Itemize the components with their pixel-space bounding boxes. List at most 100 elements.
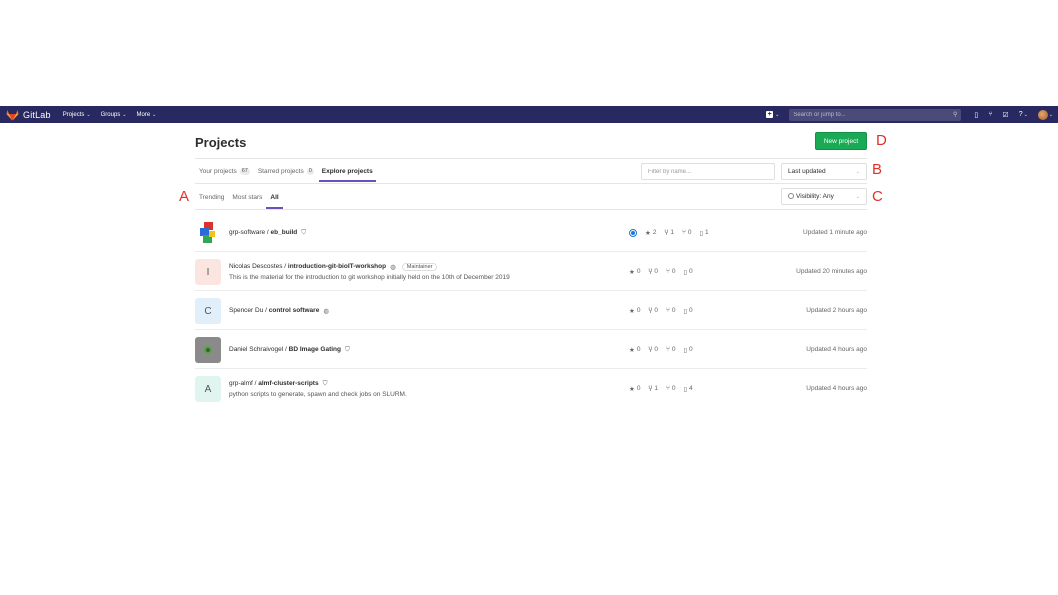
user-menu[interactable]: ⌄ (1037, 109, 1053, 120)
stars-value: 0 (636, 385, 641, 392)
forks-count[interactable]: Ⴤ0 (648, 307, 657, 315)
project-row[interactable]: C Spencer Du / control software ◍ ★ 0 Ⴤ0 ⑂… (195, 291, 867, 330)
project-description: This is the material for the introductio… (229, 273, 510, 281)
project-avatar[interactable] (195, 337, 221, 363)
mr-count[interactable]: ⑂ 0 (666, 268, 676, 275)
help-icon[interactable]: ? ⌄ (1019, 111, 1028, 118)
project-avatar[interactable]: I (195, 259, 221, 285)
mr-count[interactable]: ⑂ 0 (666, 385, 676, 392)
tab-starred-projects[interactable]: Starred projects 0 (258, 160, 314, 182)
project-image-icon (204, 346, 212, 354)
issues-icon: ▯ (683, 346, 688, 354)
avatar (1037, 109, 1048, 120)
stars-count[interactable]: ★ 0 (629, 346, 640, 354)
app-name: GitLab (23, 109, 51, 120)
stars-count[interactable]: ★ 0 (629, 268, 640, 276)
globe-icon: ◍ (390, 263, 396, 271)
search-box[interactable]: ⚲ (789, 108, 962, 121)
project-avatar[interactable] (195, 220, 221, 246)
project-row[interactable]: grp-software / eb_build ⛉ ★ 2 Ⴤ1 ⑂ 0 ▯ 1 Upd… (195, 213, 867, 252)
lock-icon: ⛉ (301, 228, 307, 236)
issues-icon: ▯ (699, 229, 704, 237)
fork-icon: Ⴤ (648, 307, 653, 315)
stars-value: 0 (636, 346, 641, 353)
stars-count[interactable]: ★ 0 (629, 307, 640, 315)
mr-count[interactable]: ⑂ 0 (682, 229, 692, 236)
forks-count[interactable]: Ⴤ1 (664, 229, 673, 237)
marker-b: B (872, 161, 883, 178)
divider (195, 209, 867, 210)
gitlab-logo[interactable]: GitLab (6, 109, 51, 121)
tab-most-stars[interactable]: Most stars (232, 186, 262, 209)
tab-trending[interactable]: Trending (199, 186, 224, 209)
project-row[interactable]: Daniel Schraivogel / BD Image Gating ⛉ ★ 0… (195, 330, 867, 369)
project-title: BD Image Gating (288, 346, 341, 353)
search-input[interactable] (793, 111, 944, 118)
filter-input[interactable] (641, 163, 775, 180)
project-name[interactable]: grp-software / eb_build ⛉ (229, 229, 306, 237)
issues-icon: ▯ (683, 307, 688, 315)
forks-count[interactable]: Ⴤ0 (648, 346, 657, 354)
issues-count[interactable]: ▯ 4 (683, 385, 692, 393)
visibility-label: Visibility: Any (796, 193, 834, 200)
project-name[interactable]: grp-almf / almf-cluster-scripts ⛉ (229, 380, 407, 388)
issues-icon[interactable]: ▯ (974, 111, 978, 119)
forks-count[interactable]: Ⴤ1 (648, 385, 657, 393)
project-name[interactable]: Spencer Du / control software ◍ (229, 307, 329, 315)
fork-icon: Ⴤ (648, 346, 653, 354)
merge-request-icon: ⑂ (681, 229, 686, 236)
issues-count[interactable]: ▯ 1 (699, 229, 708, 237)
project-row[interactable]: A grp-almf / almf-cluster-scripts ⛉ pytho… (195, 369, 867, 408)
project-avatar[interactable]: C (195, 298, 221, 324)
stars-count[interactable]: ★ 0 (629, 385, 640, 393)
fork-icon: Ⴤ (664, 229, 669, 237)
chevron-down-icon: ⌄ (855, 168, 860, 175)
stars-count[interactable]: ★ 2 (645, 229, 656, 237)
nav-groups[interactable]: Groups ⌄ (101, 112, 127, 118)
forks-value: 0 (654, 346, 658, 353)
fork-icon: Ⴤ (648, 268, 653, 276)
project-name[interactable]: Nicolas Descostes / introduction-git-bio… (229, 262, 510, 271)
pipeline-status-icon[interactable] (629, 228, 637, 237)
new-menu-button[interactable]: + ⌄ (766, 111, 779, 118)
issues-count[interactable]: ▯ 0 (683, 346, 692, 354)
avatar-letter: C (204, 305, 212, 317)
count-badge: 67 (239, 167, 250, 175)
todo-icon[interactable]: ☑ (1002, 111, 1008, 119)
tanuki-icon (6, 109, 19, 120)
nav-projects[interactable]: Projects ⌄ (63, 112, 91, 118)
tab-all[interactable]: All (266, 186, 284, 209)
project-title: control software (268, 307, 320, 314)
avatar-letter: I (206, 266, 210, 278)
issues-value: 0 (689, 307, 693, 314)
nav-more[interactable]: More ⌄ (137, 112, 157, 118)
updated-time: Updated 4 hours ago (806, 385, 867, 392)
project-title: almf-cluster-scripts (258, 380, 319, 387)
merge-request-icon[interactable]: ⑂ (988, 111, 992, 118)
issues-icon: ▯ (683, 268, 688, 276)
issues-count[interactable]: ▯ 0 (683, 307, 692, 315)
mr-count[interactable]: ⑂ 0 (666, 307, 676, 314)
star-icon: ★ (629, 307, 635, 315)
new-project-button[interactable]: New project (815, 132, 867, 150)
issues-count[interactable]: ▯ 0 (683, 268, 692, 276)
issues-value: 0 (689, 268, 693, 275)
project-name[interactable]: Daniel Schraivogel / BD Image Gating ⛉ (229, 346, 350, 354)
tab-explore-projects[interactable]: Explore projects (318, 160, 376, 182)
project-avatar[interactable]: A (195, 376, 221, 402)
stars-value: 0 (636, 268, 641, 275)
tab-label: Starred projects (257, 167, 304, 175)
project-namespace: grp-software / (229, 229, 271, 236)
marker-c: C (872, 188, 883, 205)
tab-your-projects[interactable]: Your projects 67 (199, 160, 250, 182)
sort-dropdown[interactable]: Last updated ⌄ (781, 163, 867, 180)
search-icon: ⚲ (952, 112, 958, 118)
lock-icon: ⛉ (345, 345, 350, 353)
sort-label: Last updated (788, 168, 826, 175)
star-icon: ★ (629, 268, 635, 276)
visibility-dropdown[interactable]: Visibility: Any ⌄ (781, 188, 867, 205)
forks-count[interactable]: Ⴤ0 (648, 268, 657, 276)
mr-count[interactable]: ⑂ 0 (666, 346, 676, 353)
project-title: eb_build (270, 229, 298, 236)
project-row[interactable]: I Nicolas Descostes / introduction-git-b… (195, 252, 867, 291)
